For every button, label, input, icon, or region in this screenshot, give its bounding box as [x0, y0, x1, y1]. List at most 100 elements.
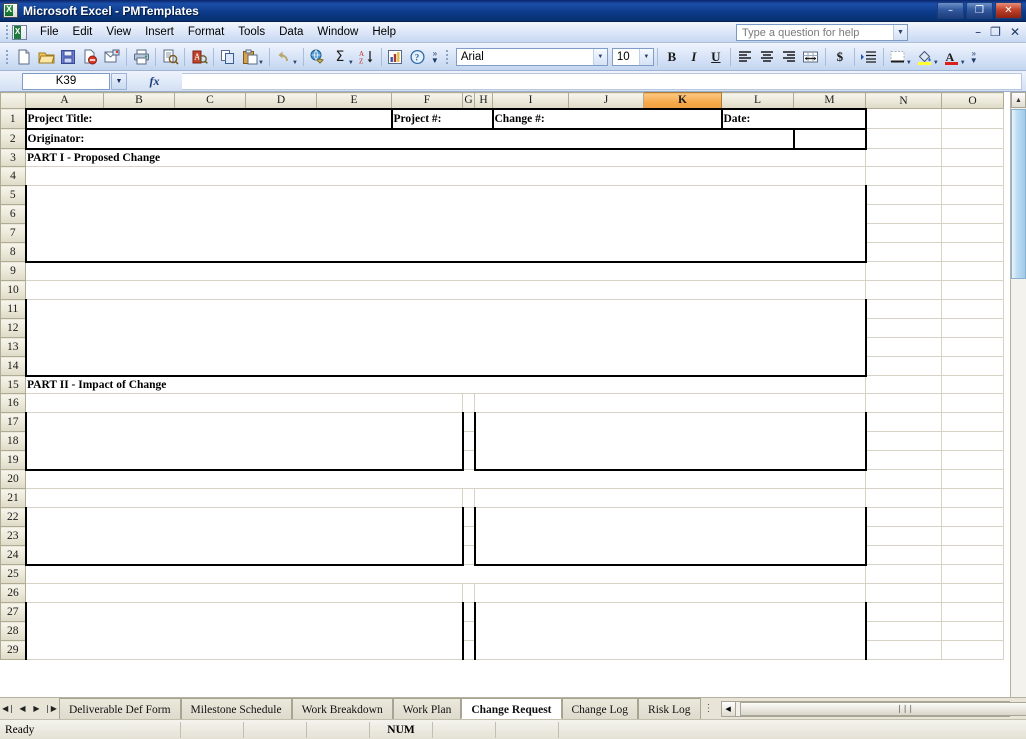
row-header-16[interactable]: 16 — [0, 393, 26, 413]
cell-o13[interactable] — [941, 337, 1004, 357]
column-header-f[interactable]: F — [391, 92, 463, 109]
horizontal-scroll-thumb[interactable]: ❘❘❘ — [739, 701, 1026, 716]
cell-n29[interactable] — [865, 640, 942, 660]
cell-n9[interactable] — [865, 261, 942, 281]
increase-indent-icon[interactable] — [858, 46, 880, 68]
cell-impact-schedule-body[interactable] — [473, 412, 867, 471]
currency-button[interactable]: $ — [829, 46, 851, 68]
cell-g18[interactable] — [462, 431, 475, 451]
help-search-box[interactable]: Type a question for help ▼ — [736, 24, 908, 41]
row-header-19[interactable]: 19 — [0, 450, 26, 470]
copy-icon[interactable] — [217, 46, 239, 68]
row-header-15[interactable]: 15 — [0, 375, 26, 394]
sheet-tab-work-breakdown[interactable]: Work Breakdown — [291, 698, 393, 719]
menu-data[interactable]: Data — [272, 23, 310, 41]
cell-o14[interactable] — [941, 356, 1004, 376]
cell-g27[interactable] — [462, 602, 475, 622]
cell-o25[interactable] — [941, 564, 1004, 584]
last-sheet-icon[interactable]: ❘▶ — [44, 701, 57, 717]
align-center-icon[interactable] — [756, 46, 778, 68]
cell-o19[interactable] — [941, 450, 1004, 470]
menu-window[interactable]: Window — [310, 23, 365, 41]
cell-n7[interactable] — [865, 223, 942, 243]
cell-project-number[interactable]: Project #: — [390, 107, 493, 130]
cell-g17[interactable] — [462, 412, 475, 432]
print-icon[interactable] — [130, 46, 152, 68]
cell-n15[interactable] — [865, 375, 942, 394]
cell-description-body[interactable] — [24, 185, 867, 263]
cell-part2[interactable]: PART II - Impact of Change — [25, 375, 866, 394]
font-size-combobox[interactable]: 10 ▼ — [611, 47, 654, 66]
cell-o24[interactable] — [941, 545, 1004, 565]
formatting-toolbar-grip[interactable] — [444, 47, 451, 67]
row-header-29[interactable]: 29 — [0, 640, 26, 660]
cell-additional-risks-body[interactable] — [473, 507, 867, 566]
row-header-10[interactable]: 10 — [0, 280, 26, 300]
row-header-5[interactable]: 5 — [0, 185, 26, 205]
row-header-26[interactable]: 26 — [0, 583, 26, 603]
row-header-13[interactable]: 13 — [0, 337, 26, 357]
formula-input[interactable] — [182, 72, 1022, 90]
cell-n20[interactable] — [865, 469, 942, 489]
cell-n6[interactable] — [865, 204, 942, 224]
cell-part1[interactable]: PART I - Proposed Change — [25, 148, 866, 167]
cell-o27[interactable] — [941, 602, 1004, 622]
row-header-2[interactable]: 2 — [0, 128, 26, 149]
cell-originator[interactable]: Originator: — [24, 128, 794, 150]
column-header-a[interactable]: A — [25, 92, 104, 109]
first-sheet-icon[interactable]: ◀❘ — [2, 701, 15, 717]
cell-n12[interactable] — [865, 318, 942, 338]
scroll-up-button[interactable]: ▲ — [1011, 92, 1026, 108]
previous-sheet-icon[interactable]: ◀ — [16, 701, 29, 717]
cell-n14[interactable] — [865, 356, 942, 376]
cell-n19[interactable] — [865, 450, 942, 470]
column-header-g[interactable]: G — [462, 92, 475, 109]
cell-n27[interactable] — [865, 602, 942, 622]
cell-impact-costs-body[interactable] — [24, 412, 464, 471]
column-header-o[interactable]: O — [941, 92, 1004, 109]
cell-n21[interactable] — [865, 488, 942, 508]
sheet-tab-deliverable-def-form[interactable]: Deliverable Def Form — [59, 698, 181, 719]
cell-o12[interactable] — [941, 318, 1004, 338]
cell-n24[interactable] — [865, 545, 942, 565]
cell-o22[interactable] — [941, 507, 1004, 527]
cell-o2[interactable] — [941, 128, 1004, 149]
row-header-23[interactable]: 23 — [0, 526, 26, 546]
help-icon[interactable]: ? — [407, 46, 429, 68]
next-sheet-icon[interactable]: ▶ — [30, 701, 43, 717]
name-box[interactable]: K39 — [22, 72, 110, 90]
cell-spacer-9[interactable] — [25, 261, 866, 281]
doc-minimize-button[interactable]: – — [975, 25, 981, 39]
cell-g23[interactable] — [462, 526, 475, 546]
row-header-11[interactable]: 11 — [0, 299, 26, 319]
formatting-toolbar-overflow-button[interactable]: » ▼ — [968, 46, 980, 68]
horizontal-scrollbar[interactable]: ◀ ❘❘❘ ▶ — [720, 700, 1026, 717]
row-header-4[interactable]: 4 — [0, 166, 26, 186]
sheet-tab-change-log[interactable]: Change Log — [561, 698, 639, 719]
row-header-20[interactable]: 20 — [0, 469, 26, 489]
chart-wizard-icon[interactable] — [385, 46, 407, 68]
save-icon[interactable] — [57, 46, 79, 68]
column-header-c[interactable]: C — [174, 92, 246, 109]
cell-reason-header[interactable]: Reason for/quantifiable benefits of the … — [25, 280, 866, 300]
align-left-icon[interactable] — [734, 46, 756, 68]
bold-button[interactable]: B — [661, 46, 683, 68]
menu-file[interactable]: File — [33, 23, 66, 41]
cell-n18[interactable] — [865, 431, 942, 451]
row-header-8[interactable]: 8 — [0, 242, 26, 262]
row-header-22[interactable]: 22 — [0, 507, 26, 527]
menu-format[interactable]: Format — [181, 23, 231, 41]
scroll-left-button[interactable]: ◀ — [721, 701, 736, 716]
menu-edit[interactable]: Edit — [66, 23, 100, 41]
chevron-down-icon[interactable]: ▼ — [893, 25, 907, 40]
cell-o3[interactable] — [941, 148, 1004, 167]
autosum-icon[interactable]: Σ — [329, 46, 351, 68]
spelling-icon[interactable]: A — [188, 46, 210, 68]
merge-center-icon[interactable] — [800, 46, 822, 68]
cell-o26[interactable] — [941, 583, 1004, 603]
font-color-icon[interactable]: A — [941, 46, 963, 68]
cell-reason-body[interactable] — [24, 299, 867, 377]
minimize-button[interactable]: – — [937, 2, 964, 19]
column-header-b[interactable]: B — [103, 92, 175, 109]
column-header-n[interactable]: N — [865, 92, 942, 109]
